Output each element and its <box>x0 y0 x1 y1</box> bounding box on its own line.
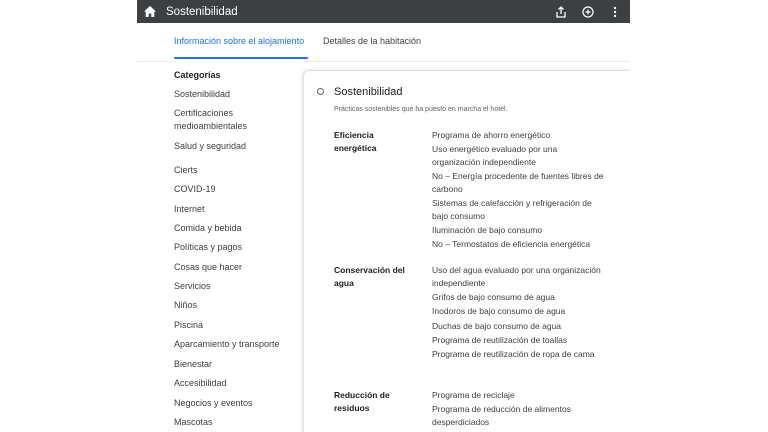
feature-item: Programa de reducción de alimentos despe… <box>432 404 571 427</box>
sidebar-item-internet[interactable]: Internet <box>174 203 294 216</box>
sidebar-item-piscina[interactable]: Piscina <box>174 319 294 332</box>
feature-item: Uso del agua evaluado por una organizaci… <box>432 265 601 288</box>
sidebar-item-negocios[interactable]: Negocios y eventos <box>174 397 294 410</box>
feature-item: No – Energía procedente de fuentes libre… <box>432 171 604 194</box>
group-title-agua: Conservación del agua <box>334 265 405 288</box>
sidebar-item-covid[interactable]: COVID-19 <box>174 183 294 196</box>
feature-item: Programa de reciclaje <box>432 390 515 400</box>
share-icon <box>556 5 566 18</box>
feature-item: Uso energético evaluado por una organiza… <box>432 144 558 167</box>
sidebar-item-cosas[interactable]: Cosas que hacer <box>174 261 294 274</box>
feature-item: Duchas de bajo consumo de agua <box>432 321 562 331</box>
sidebar-item-sostenibilidad[interactable]: Sostenibilidad <box>174 88 294 101</box>
sidebar-item-certificaciones[interactable]: Certificaciones medioambientales <box>174 107 266 133</box>
add-circle-icon <box>582 5 594 18</box>
active-tab-indicator <box>174 57 308 59</box>
sidebar-item-mascotas[interactable]: Mascotas <box>174 416 294 429</box>
more-options-button[interactable] <box>603 0 627 23</box>
feature-item: Sistemas de calefacción y refrigeración … <box>432 198 592 221</box>
page-title: Sostenibilidad <box>166 5 238 18</box>
sidebar-item-comida[interactable]: Comida y bebida <box>174 222 294 235</box>
category-sidebar: Categorías Sostenibilidad Certificacione… <box>174 61 304 432</box>
home-button[interactable] <box>137 0 163 23</box>
feature-item: Programa de reutilización de ropa de cam… <box>432 349 595 359</box>
sidebar-heading: Categorías <box>174 70 221 80</box>
group-title-residuos: Reducción de residuos <box>334 390 390 413</box>
group-title-eficiencia: Eficiencia energética <box>334 130 377 153</box>
panel-title: Sostenibilidad <box>334 86 403 98</box>
add-button[interactable] <box>576 0 600 23</box>
feature-item: Programa de ahorro energético <box>432 130 551 140</box>
feature-item: Grifos de bajo consumo de agua <box>432 292 555 302</box>
app-window: Sostenibilidad Información sobre el aloj… <box>137 0 630 432</box>
sidebar-item-aparcamiento[interactable]: Aparcamiento y transporte <box>174 338 294 351</box>
sidebar-item-cierts[interactable]: Cierts <box>174 164 294 177</box>
sidebar-item-ninos[interactable]: Niños <box>174 299 294 312</box>
more-vert-icon <box>613 6 617 17</box>
sidebar-item-politicas[interactable]: Políticas y pagos <box>174 241 294 254</box>
feature-item: Programa de reutilización de toallas <box>432 335 568 345</box>
feature-item: Iluminación de bajo consumo <box>432 225 543 235</box>
panel-subtitle: Prácticas sostenibles que ha puesto en m… <box>334 106 508 113</box>
section-bullet-icon <box>317 88 324 95</box>
tab-property-info[interactable]: Información sobre el alojamiento <box>174 36 304 46</box>
sustainability-panel: Sostenibilidad Prácticas sostenibles que… <box>303 70 630 432</box>
tab-bar: Información sobre el alojamiento Detalle… <box>137 23 630 62</box>
sidebar-item-servicios[interactable]: Servicios <box>174 280 294 293</box>
feature-item: No – Termostatos de eficiencia energétic… <box>432 239 591 249</box>
top-app-bar: Sostenibilidad <box>137 0 630 23</box>
home-icon <box>144 6 156 17</box>
tab-room-details[interactable]: Detalles de la habitación <box>323 36 421 46</box>
sidebar-item-salud[interactable]: Salud y seguridad <box>174 140 294 153</box>
feature-item: Inodoros de bajo consumo de agua <box>432 306 566 316</box>
sidebar-item-accesibilidad[interactable]: Accesibilidad <box>174 377 294 390</box>
share-button[interactable] <box>549 0 573 23</box>
sidebar-item-bienestar[interactable]: Bienestar <box>174 358 294 371</box>
